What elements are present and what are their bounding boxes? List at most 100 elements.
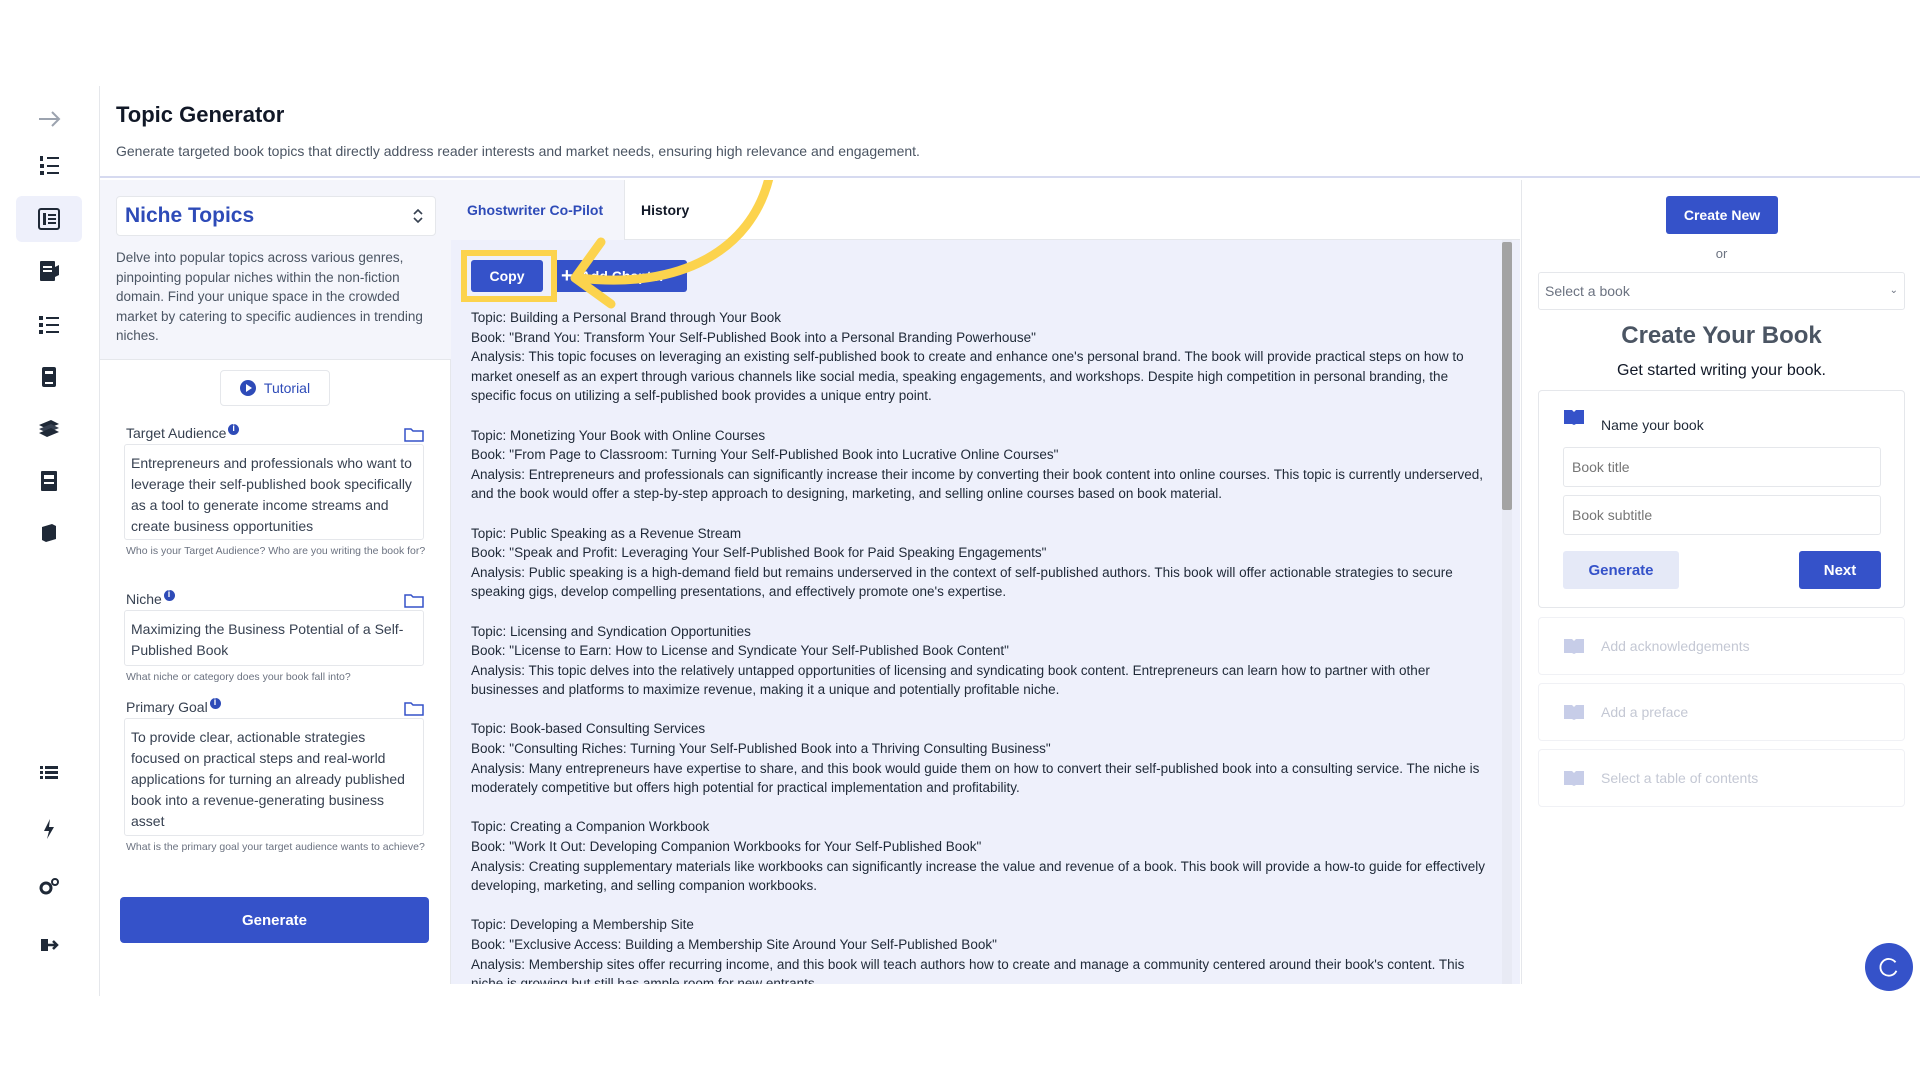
create-book-title: Create Your Book [1621,322,1822,349]
generate-title-button[interactable]: Generate [1563,551,1679,589]
create-book-subtitle: Get started writing your book. [1617,362,1826,379]
topic-topic: Topic: Developing a Membership Site [471,917,694,933]
output-tabs: Ghostwriter Co-Pilot History [451,180,1520,240]
target-audience-hint: Who is your Target Audience? Who are you… [126,545,426,557]
list-icon[interactable] [16,750,82,796]
topic-analysis: Analysis: Membership sites offer recurri… [471,956,1465,984]
topic-book: Book: "Work It Out: Developing Companion… [471,839,982,855]
page-title: Topic Generator [116,102,285,127]
open-book-icon [1564,705,1584,720]
niche-label-text: Niche [126,591,162,607]
play-icon [239,380,256,396]
settings-icon[interactable] [16,864,82,910]
numbered-list-icon[interactable] [16,142,82,188]
select-book-placeholder: Select a book [1545,283,1630,299]
open-book-icon [1564,771,1584,786]
folder-icon[interactable] [404,700,424,716]
topic-analysis: Analysis: Many entrepreneurs have expert… [471,760,1480,796]
topic-analysis: Analysis: Creating supplementary materia… [471,858,1486,894]
step-table-of-contents[interactable]: Select a table of contents [1538,749,1905,807]
topic-topic: Topic: Monetizing Your Book with Online … [471,427,766,443]
notebook-pen-icon[interactable] [16,248,82,294]
niche-section: Niche Topics Delve into popular topics a… [100,180,451,360]
create-new-button[interactable]: Create New [1666,196,1778,234]
niche-select-label: Niche Topics [125,204,255,227]
topic-result: Topic: Developing a Membership Site Book:… [471,915,1496,984]
refresh-icon [1879,958,1898,977]
primary-goal-field[interactable]: To provide clear, actionable strategies … [124,718,424,836]
tutorial-button[interactable]: Tutorial [220,370,330,406]
topic-result: Topic: Creating a Companion Workbook Book… [471,817,1496,895]
chevron-up-down-icon [413,208,423,224]
topic-topic: Topic: Creating a Companion Workbook [471,819,710,835]
book-stack-icon[interactable] [16,354,82,400]
target-audience-label-text: Target Audience [126,425,227,441]
primary-goal-hint: What is the primary goal your target aud… [126,841,425,853]
topic-book: Book: "Brand You: Transform Your Self-Pu… [471,329,1036,345]
add-chapter-button[interactable]: + Add Chapter [551,260,687,292]
info-icon[interactable] [209,697,221,709]
generate-button[interactable]: Generate [120,897,429,943]
plus-icon: + [561,265,573,287]
results-text: Topic: Building a Personal Brand through… [471,308,1496,984]
folder-icon[interactable] [404,592,424,608]
step-label: Add acknowledgements [1601,638,1750,654]
open-book-icon [1564,639,1584,654]
topic-book: Book: "License to Earn: How to License a… [471,643,1009,659]
topic-topic: Topic: Book-based Consulting Services [471,721,706,737]
archive-icon[interactable] [16,458,82,504]
topic-topic: Topic: Public Speaking as a Revenue Stre… [471,525,742,541]
info-icon[interactable] [228,423,240,435]
niche-description: Delve into popular topics across various… [116,250,423,343]
copy-button[interactable]: Copy [471,260,543,292]
page-header: Topic Generator Generate targeted book t… [100,86,1920,178]
topic-book: Book: "Consulting Riches: Turning Your S… [471,741,1051,757]
tab-history[interactable]: History [625,180,705,240]
add-chapter-label: Add Chapter [580,268,665,284]
primary-goal-label: Primary Goal [126,697,221,715]
app-window: Topic Generator Generate targeted book t… [0,0,1920,1080]
icon-rail [0,86,100,996]
chevron-down-icon: ⌄ [1889,285,1898,296]
step-acknowledgements[interactable]: Add acknowledgements [1538,617,1905,675]
help-chat-button[interactable] [1865,943,1913,991]
topic-analysis: Analysis: This topic delves into the rel… [471,662,1430,698]
book-closed-icon[interactable] [16,510,82,556]
topic-analysis: Analysis: Public speaking is a high-dema… [471,564,1453,600]
input-panel: Niche Topics Delve into popular topics a… [100,180,451,984]
name-book-heading: Name your book [1601,417,1704,433]
niche-label: Niche [126,589,175,607]
target-audience-field[interactable]: Entrepreneurs and professionals who want… [124,444,424,540]
tab-ghostwriter-copilot[interactable]: Ghostwriter Co-Pilot [451,180,625,240]
checklist-icon[interactable] [16,302,82,348]
tutorial-label: Tutorial [263,380,311,396]
folder-icon[interactable] [404,426,424,442]
niche-field[interactable]: Maximizing the Business Potential of a S… [124,610,424,666]
step-label: Add a preface [1601,704,1689,720]
topic-book: Book: "Speak and Profit: Leveraging Your… [471,545,1047,561]
logout-icon[interactable] [16,922,82,968]
open-book-icon [1564,410,1584,425]
page-subtitle: Generate targeted book topics that direc… [116,143,920,159]
next-button[interactable]: Next [1799,551,1881,589]
topic-analysis: Analysis: Entrepreneurs and professional… [471,466,1484,502]
step-preface[interactable]: Add a preface [1538,683,1905,741]
topic-result: Topic: Monetizing Your Book with Online … [471,426,1496,504]
book-subtitle-input[interactable] [1563,495,1881,535]
lightning-icon[interactable] [16,806,82,852]
info-icon[interactable] [163,589,175,601]
topic-book: Book: "From Page to Classroom: Turning Y… [471,447,1059,463]
books-icon[interactable] [16,406,82,452]
select-book-dropdown[interactable]: Select a book ⌄ [1538,272,1905,310]
arrow-right-icon[interactable] [16,96,82,142]
book-title-input[interactable] [1563,447,1881,487]
topic-book: Book: "Exclusive Access: Building a Memb… [471,937,997,952]
topic-topic: Topic: Building a Personal Brand through… [471,310,781,325]
topic-result: Topic: Public Speaking as a Revenue Stre… [471,524,1496,602]
book-panel: Create New or Select a book ⌄ Create You… [1521,180,1920,984]
topic-result: Topic: Licensing and Syndication Opportu… [471,622,1496,700]
book-outline-icon[interactable] [16,196,82,242]
topic-topic: Topic: Licensing and Syndication Opportu… [471,623,751,639]
niche-topics-select[interactable]: Niche Topics [116,196,436,236]
results-scrollbar-thumb[interactable] [1502,242,1512,510]
